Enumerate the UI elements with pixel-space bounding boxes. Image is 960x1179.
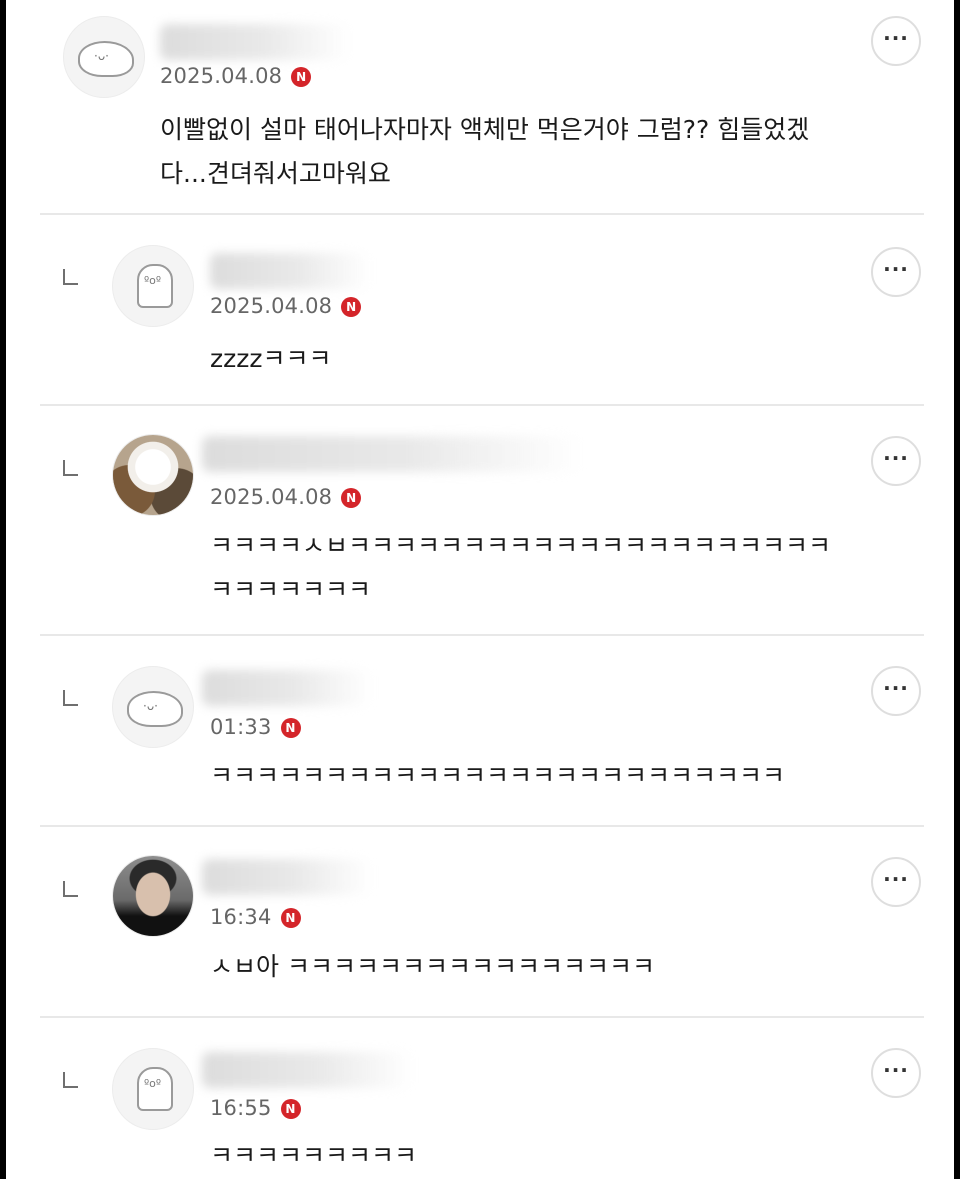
reply-indicator-icon xyxy=(63,460,78,476)
comment-text: ㅋㅋㅋㅋㅋㅋㅋㅋㅋ xyxy=(210,1141,418,1170)
avatar[interactable] xyxy=(112,434,194,516)
avatar[interactable]: ·ᴗ· xyxy=(112,666,194,748)
comment-text: ㅋㅋㅋㅋㅅㅂㅋㅋㅋㅋㅋㅋㅋㅋㅋㅋㅋㅋㅋㅋㅋㅋㅋㅋㅋㅋㅋ ㅋㅋㅋㅋㅋㅋㅋ xyxy=(210,531,832,604)
comment-date: 2025.04.08 N xyxy=(210,485,362,509)
comment-text: ㅋㅋㅋㅋㅋㅋㅋㅋㅋㅋㅋㅋㅋㅋㅋㅋㅋㅋㅋㅋㅋㅋㅋㅋㅋ xyxy=(210,761,786,790)
avatar[interactable]: ·ᴗ· xyxy=(63,16,145,98)
reply-item: ·ᴗ· 01:33 N ··· ㅋㅋㅋㅋㅋㅋㅋㅋㅋㅋㅋㅋㅋㅋㅋㅋㅋㅋㅋㅋㅋㅋㅋㅋㅋ xyxy=(6,636,954,825)
comment-date: 01:33 N xyxy=(210,715,301,739)
avatar[interactable]: ºoº xyxy=(112,245,194,327)
reply-item: 16:34 N ··· ㅅㅂ아 ㅋㅋㅋㅋㅋㅋㅋㅋㅋㅋㅋㅋㅋㅋㅋㅋ xyxy=(6,827,954,1016)
more-options-button[interactable]: ··· xyxy=(871,1048,921,1098)
comment-date: 16:55 N xyxy=(210,1096,301,1120)
author-name-blurred[interactable] xyxy=(202,670,372,706)
comment-list: ·ᴗ· 2025.04.08 N ··· 이빨없이 설마 태어나자마자 액체만 먹… xyxy=(6,0,954,1179)
comment-item: ·ᴗ· 2025.04.08 N ··· 이빨없이 설마 태어나자마자 액체만 먹… xyxy=(6,0,954,213)
author-name-blurred[interactable] xyxy=(160,24,350,60)
comment-date: 2025.04.08 N xyxy=(210,294,362,318)
reply-item: ºoº 2025.04.08 N ··· zzzzㅋㅋㅋ xyxy=(6,215,954,405)
person-photo xyxy=(113,856,193,936)
reply-indicator-icon xyxy=(63,269,78,285)
comment-text: zzzzㅋㅋㅋ xyxy=(210,344,332,373)
comment-text: ㅅㅂ아 ㅋㅋㅋㅋㅋㅋㅋㅋㅋㅋㅋㅋㅋㅋㅋㅋ xyxy=(210,952,655,981)
author-name-blurred[interactable] xyxy=(202,859,372,895)
reply-indicator-icon xyxy=(63,881,78,897)
comment-date: 2025.04.08 N xyxy=(160,64,312,88)
more-options-button[interactable]: ··· xyxy=(871,247,921,297)
dog-photo xyxy=(113,435,193,515)
reply-item: 2025.04.08 N ··· ㅋㅋㅋㅋㅅㅂㅋㅋㅋㅋㅋㅋㅋㅋㅋㅋㅋㅋㅋㅋㅋㅋㅋㅋ… xyxy=(6,406,954,634)
reply-indicator-icon xyxy=(63,1072,78,1088)
author-name-blurred[interactable] xyxy=(202,436,582,472)
avatar[interactable]: ºoº xyxy=(112,1048,194,1130)
new-badge: N xyxy=(291,67,312,87)
reply-indicator-icon xyxy=(63,690,78,706)
new-badge: N xyxy=(280,908,301,928)
more-options-button[interactable]: ··· xyxy=(871,16,921,66)
comment-text: 이빨없이 설마 태어나자마자 액체만 먹은거야 그럼?? 힘들었겠 다...견뎌… xyxy=(160,115,810,188)
author-name-blurred[interactable] xyxy=(202,1052,412,1088)
comment-date: 16:34 N xyxy=(210,905,301,929)
new-badge: N xyxy=(280,1099,301,1119)
more-options-button[interactable]: ··· xyxy=(871,436,921,486)
reply-item: ºoº 16:55 N ··· ㅋㅋㅋㅋㅋㅋㅋㅋㅋ xyxy=(6,1018,954,1179)
new-badge: N xyxy=(341,488,362,508)
new-badge: N xyxy=(341,297,362,317)
author-name-blurred[interactable] xyxy=(210,253,370,289)
more-options-button[interactable]: ··· xyxy=(871,666,921,716)
more-options-button[interactable]: ··· xyxy=(871,857,921,907)
avatar[interactable] xyxy=(112,855,194,937)
new-badge: N xyxy=(280,718,301,738)
